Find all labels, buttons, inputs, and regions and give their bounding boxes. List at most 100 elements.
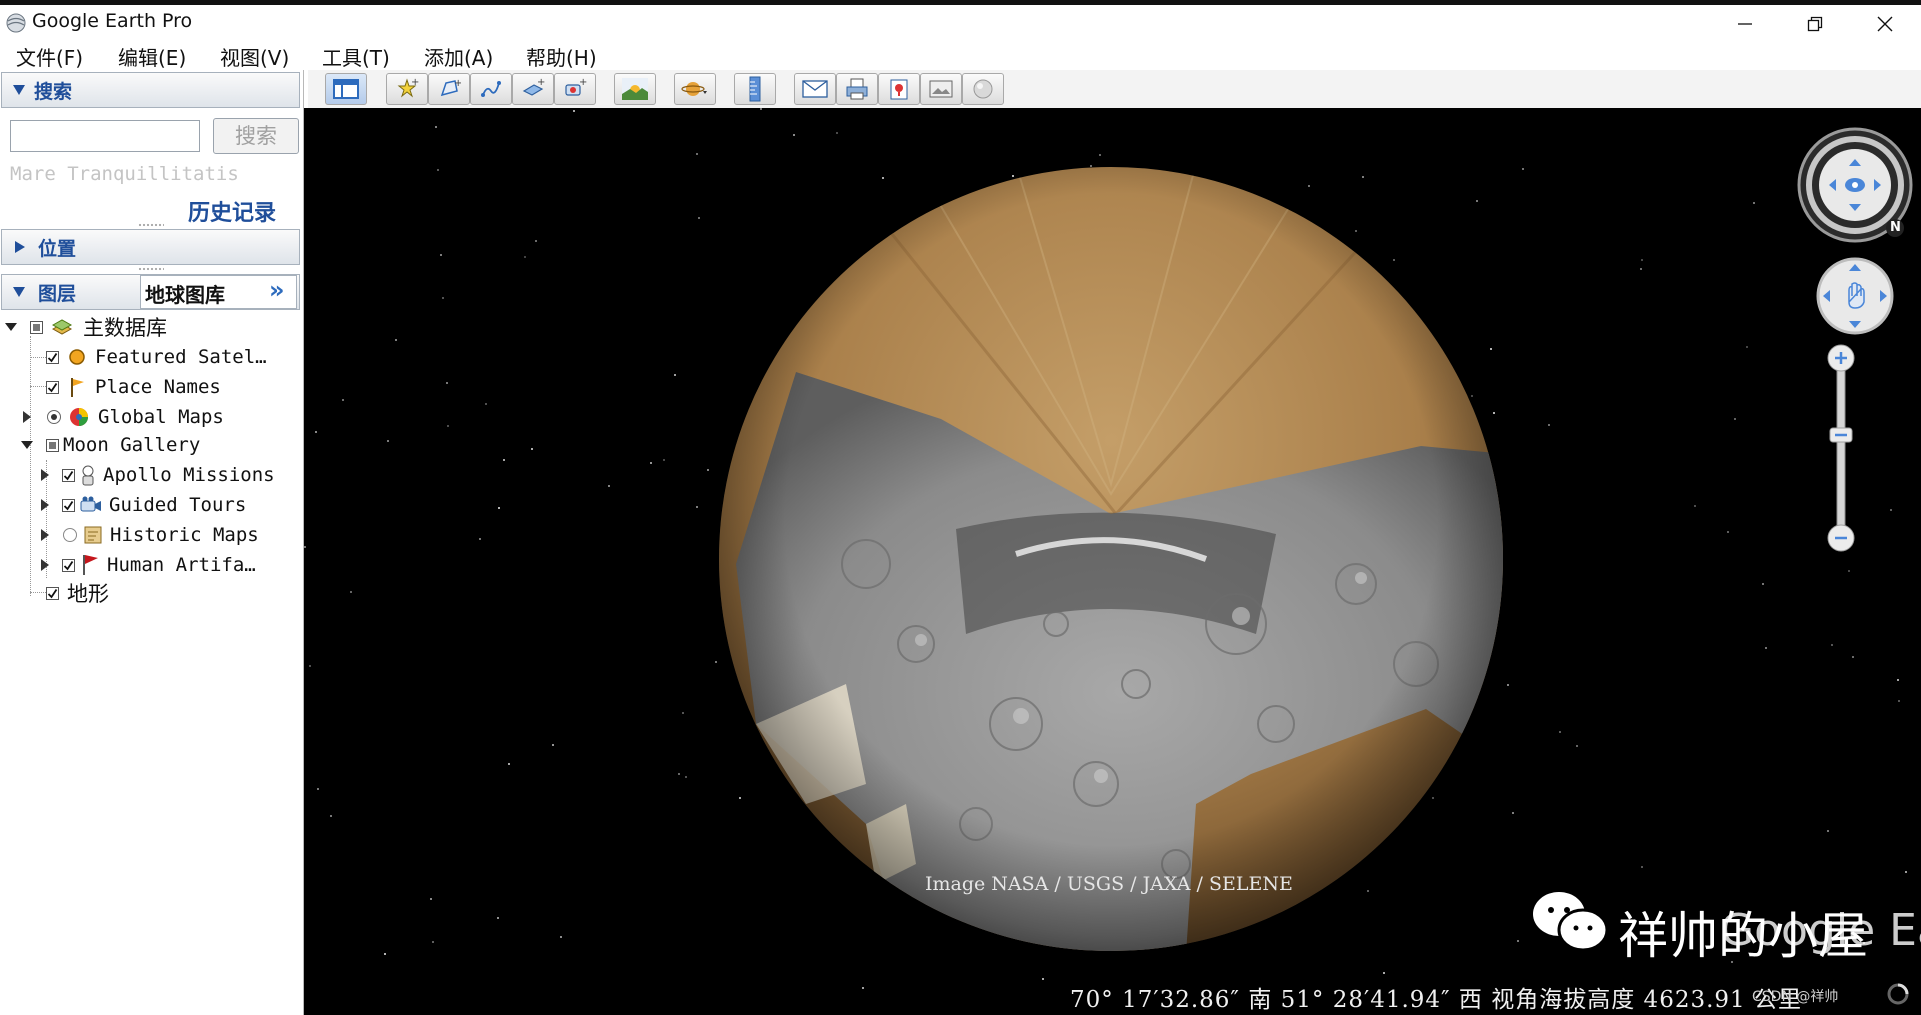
tree-item-apollo-missions[interactable]: Apollo Missions (38, 462, 275, 488)
add-polygon-button[interactable]: + (428, 73, 470, 105)
layers-stack-icon (51, 319, 73, 335)
checkmark-icon (47, 352, 58, 362)
star (650, 462, 652, 464)
star (685, 776, 687, 778)
more-chevron-icon[interactable]: » (269, 276, 285, 304)
star (1640, 268, 1642, 270)
compass-north-label[interactable]: N (1890, 220, 1901, 235)
star (1517, 940, 1519, 942)
resize-handle[interactable] (138, 223, 164, 227)
star (1746, 346, 1748, 348)
print-icon (846, 78, 868, 100)
checkbox-checked[interactable] (62, 498, 75, 512)
earth-gallery-tab[interactable]: 地球图库 » (140, 275, 297, 309)
star (1898, 700, 1900, 702)
menu-edit[interactable]: 编辑(E) (118, 42, 186, 71)
menu-add[interactable]: 添加(A) (424, 42, 493, 71)
add-path-button[interactable] (470, 73, 512, 105)
collapsed-arrow-icon[interactable] (38, 498, 52, 512)
search-button[interactable]: 搜索 (213, 118, 299, 154)
menu-help[interactable]: 帮助(H) (526, 42, 597, 71)
search-input[interactable] (10, 120, 200, 152)
resize-handle[interactable] (138, 267, 164, 271)
star (1734, 418, 1736, 420)
tree-guide (30, 336, 31, 596)
tree-item-featured-satellite[interactable]: Featured Satel… (46, 344, 267, 370)
radio-selected[interactable] (46, 409, 62, 425)
print-button[interactable] (836, 73, 878, 105)
checkbox-checked[interactable] (46, 586, 59, 600)
svg-text:+: + (579, 77, 587, 88)
star (315, 431, 317, 433)
tree-item-global-maps[interactable]: Global Maps (20, 404, 224, 430)
star (440, 254, 442, 256)
historical-imagery-icon (973, 79, 993, 99)
star (498, 507, 500, 509)
collapsed-arrow-icon[interactable] (20, 410, 34, 424)
checkbox-checked[interactable] (46, 380, 59, 394)
zoom-slider[interactable] (1826, 344, 1856, 554)
checkbox-checked[interactable] (62, 558, 75, 572)
star (508, 763, 510, 765)
star (1507, 684, 1509, 686)
star (446, 382, 448, 384)
ruler-button[interactable] (734, 73, 776, 105)
expanded-arrow-icon[interactable] (20, 438, 34, 452)
sunlight-button[interactable] (614, 73, 656, 105)
expanded-arrow-icon[interactable] (4, 320, 18, 334)
record-tour-button[interactable]: + (554, 73, 596, 105)
checkbox-checked[interactable] (62, 468, 75, 482)
star (760, 108, 762, 110)
collapsed-arrow-icon[interactable] (38, 558, 52, 572)
save-image-button[interactable] (920, 73, 962, 105)
email-button[interactable] (794, 73, 836, 105)
svg-text:+: + (454, 78, 461, 89)
star (573, 110, 575, 112)
tree-item-human-artifacts[interactable]: Human Artifa… (38, 552, 256, 578)
earth-gallery-label: 地球图库 (145, 283, 225, 307)
app-icon (6, 13, 26, 33)
tree-item-place-names[interactable]: Place Names (46, 374, 221, 400)
history-link[interactable]: 历史记录 (188, 195, 276, 227)
tree-item-primary-database[interactable]: 主数据库 (4, 314, 167, 340)
star (531, 448, 533, 450)
tristate-checkbox[interactable] (30, 320, 43, 334)
view-in-maps-button[interactable] (878, 73, 920, 105)
tree-item-guided-tours[interactable]: Guided Tours (38, 492, 246, 518)
tree-item-moon-gallery[interactable]: Moon Gallery (20, 432, 200, 458)
radio-unselected[interactable] (62, 527, 78, 543)
collapsed-arrow-icon[interactable] (38, 528, 52, 542)
add-placemark-button[interactable]: + (386, 73, 428, 105)
menu-file[interactable]: 文件(F) (16, 42, 83, 71)
places-panel-header[interactable]: 位置 (1, 229, 300, 265)
planet-switch-button[interactable] (674, 73, 716, 105)
tree-item-terrain[interactable]: 地形 (46, 580, 109, 606)
checkbox-checked[interactable] (46, 350, 59, 364)
move-joystick-control[interactable] (1815, 256, 1895, 336)
planet-switch-icon (681, 82, 707, 96)
add-image-overlay-button[interactable]: + (512, 73, 554, 105)
checkmark-icon (63, 560, 74, 570)
collapsed-arrow-icon[interactable] (38, 468, 52, 482)
status-coordinates: 70° 17′32.86″ 南 51° 28′41.94″ 西 视角海拔高度 4… (1070, 987, 1802, 1013)
star (1512, 812, 1514, 814)
star (304, 546, 306, 548)
sidebar-toggle-button[interactable] (325, 73, 367, 105)
star (497, 917, 499, 919)
star (608, 485, 610, 487)
imagery-credit: Image NASA / USGS / JAXA / SELENE (925, 873, 1293, 895)
search-panel-header[interactable]: 搜索 (1, 72, 300, 108)
save-image-icon (929, 80, 953, 98)
google-earth-logo: Google Earth (1720, 905, 1921, 956)
historical-imagery-button[interactable] (962, 73, 1004, 105)
email-icon (802, 80, 828, 98)
tristate-checkbox[interactable] (46, 438, 59, 452)
menu-view[interactable]: 视图(V) (220, 42, 289, 71)
tree-item-historic-maps[interactable]: Historic Maps (38, 522, 259, 548)
layers-panel-title: 图层 (38, 283, 77, 305)
star (1831, 644, 1833, 646)
moon-globe[interactable] (716, 164, 1506, 954)
star (1727, 531, 1729, 533)
menu-tools[interactable]: 工具(T) (322, 42, 390, 71)
star (1827, 830, 1829, 832)
